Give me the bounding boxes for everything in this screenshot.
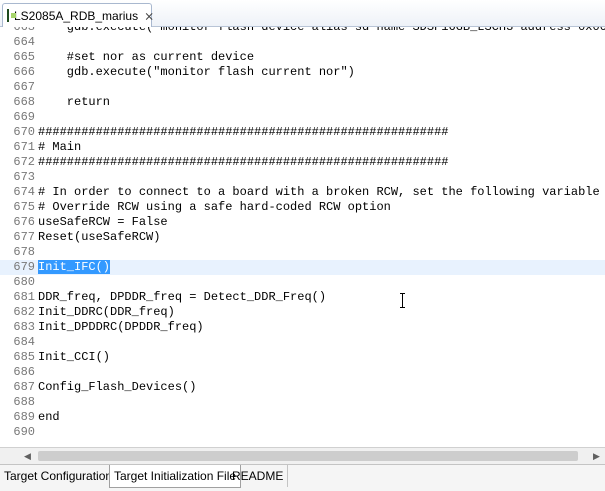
- code-line: 673: [0, 170, 605, 185]
- horizontal-scrollbar[interactable]: ◀ ▶: [0, 447, 605, 464]
- text-cursor-icon: [400, 293, 405, 308]
- code-line: 678: [0, 245, 605, 260]
- tab-readme[interactable]: README: [228, 465, 289, 487]
- line-number: 677: [13, 230, 35, 244]
- line-number: 675: [13, 200, 35, 214]
- line-number: 664: [13, 35, 35, 49]
- code-text: Init_DDRC(DDR_freq): [38, 305, 175, 319]
- code-line: 682 Init_DDRC(DDR_freq): [0, 305, 605, 320]
- line-number: 688: [13, 395, 35, 409]
- code-line: 669: [0, 110, 605, 125]
- code-editor[interactable]: 663 gdb.execute("monitor flash device al…: [0, 27, 605, 447]
- line-number: 682: [13, 305, 35, 319]
- scroll-left-icon[interactable]: ◀: [19, 448, 36, 464]
- line-number: 672: [13, 155, 35, 169]
- code-text: Config_Flash_Devices(): [38, 380, 197, 394]
- line-number: 676: [13, 215, 35, 229]
- code-text: Init_CCI(): [38, 350, 111, 364]
- code-text: ########################################…: [38, 155, 449, 169]
- code-text: Init_IFC(): [38, 260, 111, 275]
- code-text: end: [38, 410, 60, 424]
- code-line: 677 Reset(useSafeRCW): [0, 230, 605, 245]
- line-number: 668: [13, 95, 35, 109]
- code-line: 666 gdb.execute("monitor flash current n…: [0, 65, 605, 80]
- code-line: 667: [0, 80, 605, 95]
- line-number: 690: [13, 425, 35, 439]
- line-number: 679: [13, 260, 35, 274]
- tab-target-initialization-file[interactable]: Target Initialization File: [109, 465, 242, 488]
- code-text: # In order to connect to a board with a …: [38, 185, 605, 199]
- code-text: useSafeRCW = False: [38, 215, 168, 229]
- code-text: return: [38, 95, 111, 109]
- code-line: 688: [0, 395, 605, 410]
- tab-target-configuration[interactable]: Target Configuration: [0, 465, 118, 487]
- line-number: 669: [13, 110, 35, 124]
- line-number: 670: [13, 125, 35, 139]
- code-line: 686: [0, 365, 605, 380]
- code-text: DDR_freq, DPDDR_freq = Detect_DDR_Freq(): [38, 290, 327, 304]
- line-number: 673: [13, 170, 35, 184]
- line-number: 680: [13, 275, 35, 289]
- line-number: 687: [13, 380, 35, 394]
- file-tab-title: LS2085A_RDB_marius: [14, 8, 139, 23]
- code-line: 663 gdb.execute("monitor flash device al…: [0, 27, 605, 35]
- line-number: 663: [13, 27, 35, 34]
- close-icon[interactable]: ⨯: [144, 9, 154, 23]
- line-number: 685: [13, 350, 35, 364]
- line-number: 683: [13, 320, 35, 334]
- code-line: 671 # Main: [0, 140, 605, 155]
- line-number: 689: [13, 410, 35, 424]
- editor-tab-bar: LS2085A_RDB_marius ⨯: [0, 0, 605, 27]
- code-line: 689 end: [0, 410, 605, 425]
- board-icon: [7, 9, 16, 22]
- scroll-right-icon[interactable]: ▶: [588, 448, 605, 464]
- code-line: 685 Init_CCI(): [0, 350, 605, 365]
- line-number: 686: [13, 365, 35, 379]
- scrollbar-thumb[interactable]: [38, 451, 578, 461]
- code-line: 675 # Override RCW using a safe hard-code…: [0, 200, 605, 215]
- selected-text: Init_IFC(): [38, 260, 111, 274]
- code-text: # Override RCW using a safe hard-coded R…: [38, 200, 391, 214]
- code-text: #set nor as current device: [38, 50, 255, 64]
- code-line: 687 Config_Flash_Devices(): [0, 380, 605, 395]
- code-line: 670 #####################################…: [0, 125, 605, 140]
- code-line: 684: [0, 335, 605, 350]
- line-number: 674: [13, 185, 35, 199]
- line-number: 671: [13, 140, 35, 154]
- code-text: gdb.execute("monitor flash current nor"): [38, 65, 355, 79]
- code-line: 668 return: [0, 95, 605, 110]
- code-text: ########################################…: [38, 125, 449, 139]
- line-number: 684: [13, 335, 35, 349]
- code-text: Init_DPDDRC(DPDDR_freq): [38, 320, 204, 334]
- line-number: 667: [13, 80, 35, 94]
- code-line: 690: [0, 425, 605, 440]
- code-line: 680: [0, 275, 605, 290]
- line-number: 666: [13, 65, 35, 79]
- code-line: 676 useSafeRCW = False: [0, 215, 605, 230]
- line-number: 678: [13, 245, 35, 259]
- code-text: # Main: [38, 140, 82, 154]
- code-text: gdb.execute("monitor flash device alias …: [38, 27, 605, 34]
- line-number: 681: [13, 290, 35, 304]
- code-line: 674 # In order to connect to a board with…: [0, 185, 605, 200]
- current-code-line: 679 Init_IFC(): [0, 260, 605, 275]
- code-line: 664: [0, 35, 605, 50]
- code-line: 665 #set nor as current device: [0, 50, 605, 65]
- file-tab[interactable]: LS2085A_RDB_marius ⨯: [2, 3, 154, 27]
- code-text: Reset(useSafeRCW): [38, 230, 161, 244]
- bottom-tab-bar: Target Configuration Target Initializati…: [0, 464, 605, 491]
- code-line: 681 DDR_freq, DPDDR_freq = Detect_DDR_Fre…: [0, 290, 605, 305]
- line-number: 665: [13, 50, 35, 64]
- code-line: 683 Init_DPDDRC(DPDDR_freq): [0, 320, 605, 335]
- code-line: 672 #####################################…: [0, 155, 605, 170]
